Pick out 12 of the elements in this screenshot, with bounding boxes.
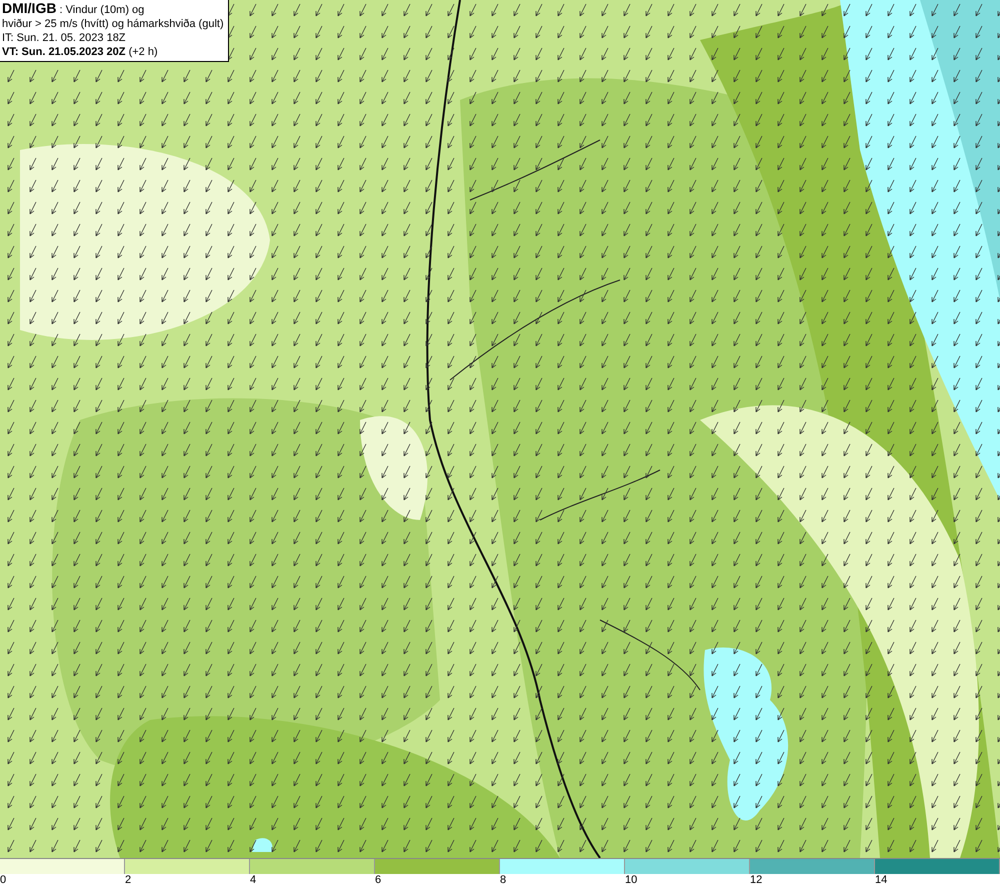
- scale-label: 4: [250, 874, 256, 887]
- caption-line: IT: Sun. 21. 05. 2023 18Z: [2, 31, 127, 45]
- caption-line: VT: Sun. 21.05.2023 20Z (+2 h): [2, 45, 159, 59]
- scale-label: 12: [750, 874, 762, 887]
- scale-label: 10: [625, 874, 638, 887]
- caption-line: hviður > 25 m/s (hvítt) og hámarkshviða (gult): [2, 17, 224, 31]
- scale-label: 6: [375, 874, 382, 887]
- scale-label: 8: [500, 874, 506, 887]
- scale-label: 14: [875, 874, 888, 887]
- scale-label: 2: [125, 874, 132, 887]
- scale-label: 0: [0, 874, 6, 887]
- caption-line: DMI/IGB : Vindur (10m) og: [2, 1, 146, 17]
